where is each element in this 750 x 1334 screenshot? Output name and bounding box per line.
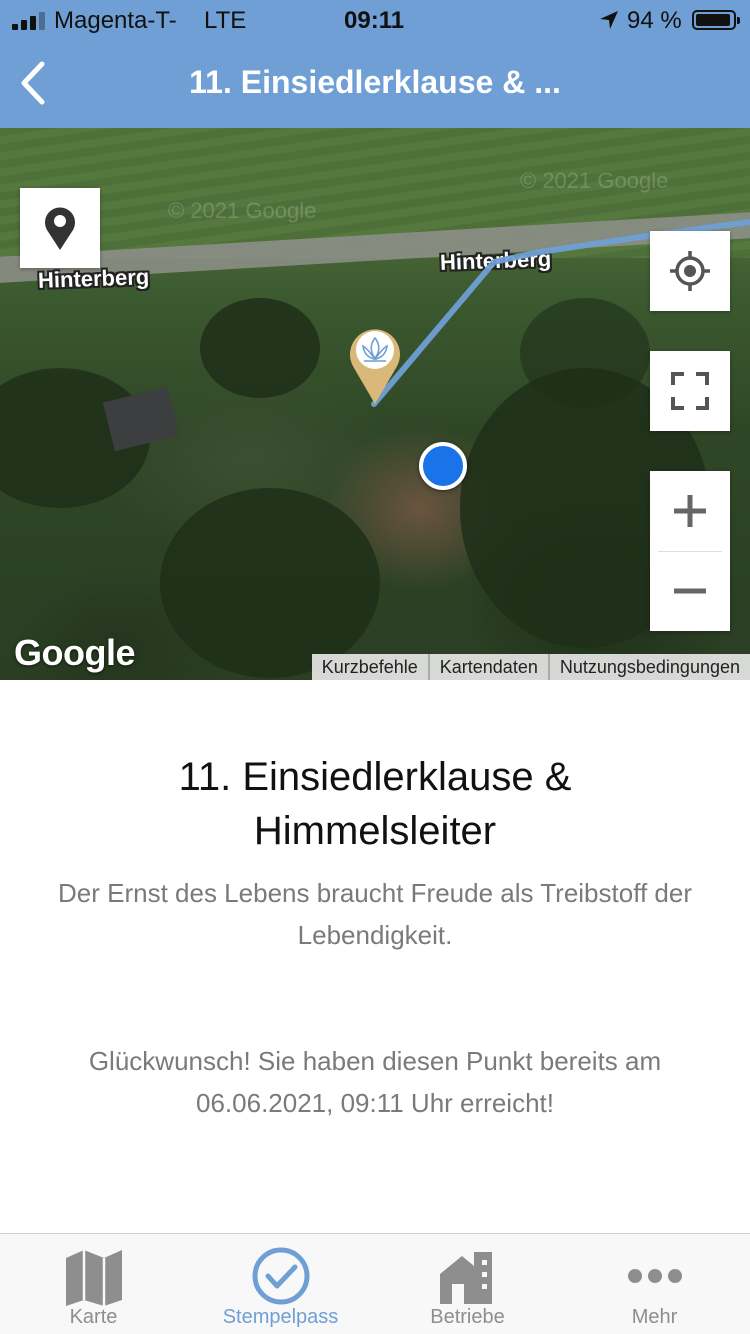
checkmark-circle-icon [252,1247,309,1305]
page-title: 11. Einsiedlerklause & ... [189,64,561,100]
tab-label: Karte [69,1306,118,1328]
tab-label: Mehr [631,1306,678,1328]
plus-icon [674,495,706,527]
google-logo: Google [14,632,136,673]
map-attribution: Kurzbefehle Kartendaten Nutzungsbedingun… [311,654,750,680]
station-title: 11. Einsiedlerklause & Himmelsleiter [178,755,572,853]
tab-mehr[interactable]: Mehr [561,1234,748,1334]
more-dots-icon [627,1269,682,1283]
tab-label: Betriebe [430,1306,505,1328]
station-reached-message: Glückwunsch! Sie haben diesen Punkt bere… [88,1046,662,1118]
crosshair-icon [670,251,710,291]
minus-icon [674,588,706,594]
location-arrow-icon [600,11,618,29]
station-marker-icon[interactable] [348,324,402,406]
chevron-left-icon [21,61,45,105]
tab-betriebe[interactable]: Betriebe [374,1234,561,1334]
battery-icon [692,10,740,30]
building-icon [439,1252,492,1304]
map-icon [65,1250,122,1306]
zoom-controls [650,471,730,631]
locate-me-button[interactable] [650,231,730,311]
carrier-name: Magenta-T- [54,7,177,34]
attribution-shortcuts-link[interactable]: Kurzbefehle [312,654,428,680]
marker-focus-button[interactable] [20,188,100,268]
station-quote: Der Ernst des Lebens braucht Freude als … [58,878,692,950]
signal-strength-icon [12,12,45,30]
network-type: LTE [204,7,247,34]
battery-percentage: 94 % [627,7,682,34]
tab-stempelpass[interactable]: Stempelpass [187,1234,374,1334]
station-details: 11. Einsiedlerklause & Himmelsleiter Der… [0,680,750,1233]
user-location-dot [419,442,467,490]
fullscreen-icon [671,372,709,410]
back-button[interactable] [12,58,56,108]
map-pin-icon [45,207,75,250]
zoom-in-button[interactable] [650,471,730,551]
map-view[interactable]: © 2021 Google © 2021 Google Hinterberg H… [0,128,750,680]
tab-karte[interactable]: Karte [0,1234,187,1334]
fullscreen-button[interactable] [650,351,730,431]
tab-label: Stempelpass [222,1306,339,1328]
status-bar: Magenta-T- LTE 09:11 94 % [0,0,750,42]
top-bar: Magenta-T- LTE 09:11 94 % 11. Einsiedler… [0,0,750,128]
status-time: 09:11 [344,7,405,34]
attribution-map-data-link[interactable]: Kartendaten [427,654,548,680]
attribution-terms-link[interactable]: Nutzungsbedingungen [547,654,750,680]
zoom-out-button[interactable] [650,551,730,631]
tab-bar: Karte Stempelpass Betriebe Mehr [0,1233,750,1334]
navigation-bar: 11. Einsiedlerklause & ... [0,42,750,128]
